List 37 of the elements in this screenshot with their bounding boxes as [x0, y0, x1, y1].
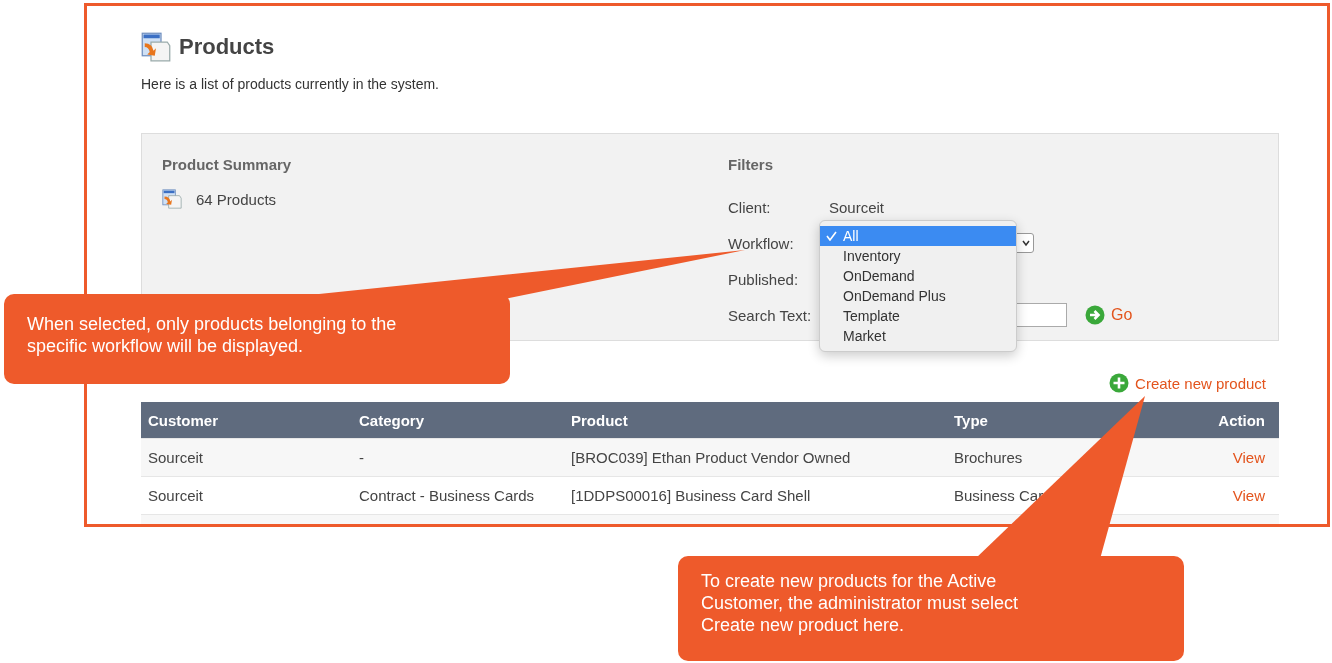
dropdown-option[interactable]: OnDemand: [820, 266, 1016, 286]
column-header: Product: [570, 411, 629, 429]
column-header: Category: [358, 411, 426, 429]
chevron-icon: [1022, 239, 1030, 247]
column-header: Type: [953, 411, 989, 429]
dropdown-option[interactable]: Market: [820, 326, 1016, 346]
page-title: Products: [179, 34, 275, 60]
product-count: 64 Products: [196, 190, 277, 208]
filter-value: Sourceit: [829, 198, 885, 216]
table-cell-text: [1DDPS00016] Business Card Shell: [570, 487, 812, 504]
table-cell-text: Brochures: [953, 449, 1024, 466]
dropdown-option[interactable]: OnDemand Plus: [820, 286, 1016, 306]
create-product-link[interactable]: Create new product: [1135, 374, 1266, 392]
filter-label: Workflow:: [728, 234, 795, 252]
add-icon[interactable]: [1109, 373, 1130, 393]
view-link[interactable]: View: [1232, 449, 1265, 466]
callout-text: To create new products for the Active Customer, the administrator must select Create new product here.: [701, 570, 1020, 636]
dropdown-option[interactable]: Inventory: [820, 246, 1016, 266]
filter-label: Client:: [728, 198, 772, 216]
table-cell-text: Sourceit: [147, 449, 205, 466]
summary-heading: Product Summary: [162, 156, 293, 173]
column-header: Customer: [147, 411, 219, 429]
products-icon: [141, 32, 171, 62]
view-link[interactable]: View: [1232, 487, 1265, 504]
products-icon: [162, 189, 182, 209]
table-cell-text: -: [358, 449, 365, 466]
page-description: Here is a list of products currently in the system.: [141, 76, 440, 92]
callout-text: When selected, only products belonging to the specific workflow will be displayed.: [27, 313, 398, 357]
filter-label: Search Text:: [728, 306, 813, 324]
table-cell-text: [BROC039] Ethan Product Vendor Owned: [570, 449, 852, 466]
filter-label: Published:: [728, 270, 800, 288]
table-cell-text: Sourceit: [147, 487, 205, 504]
check-icon: [826, 231, 837, 241]
filters-heading: Filters: [728, 156, 774, 173]
table-cell-text: Contract - Business Cards: [358, 487, 536, 504]
dropdown-option[interactable]: Template: [820, 306, 1016, 326]
column-header: Action: [1217, 411, 1266, 429]
